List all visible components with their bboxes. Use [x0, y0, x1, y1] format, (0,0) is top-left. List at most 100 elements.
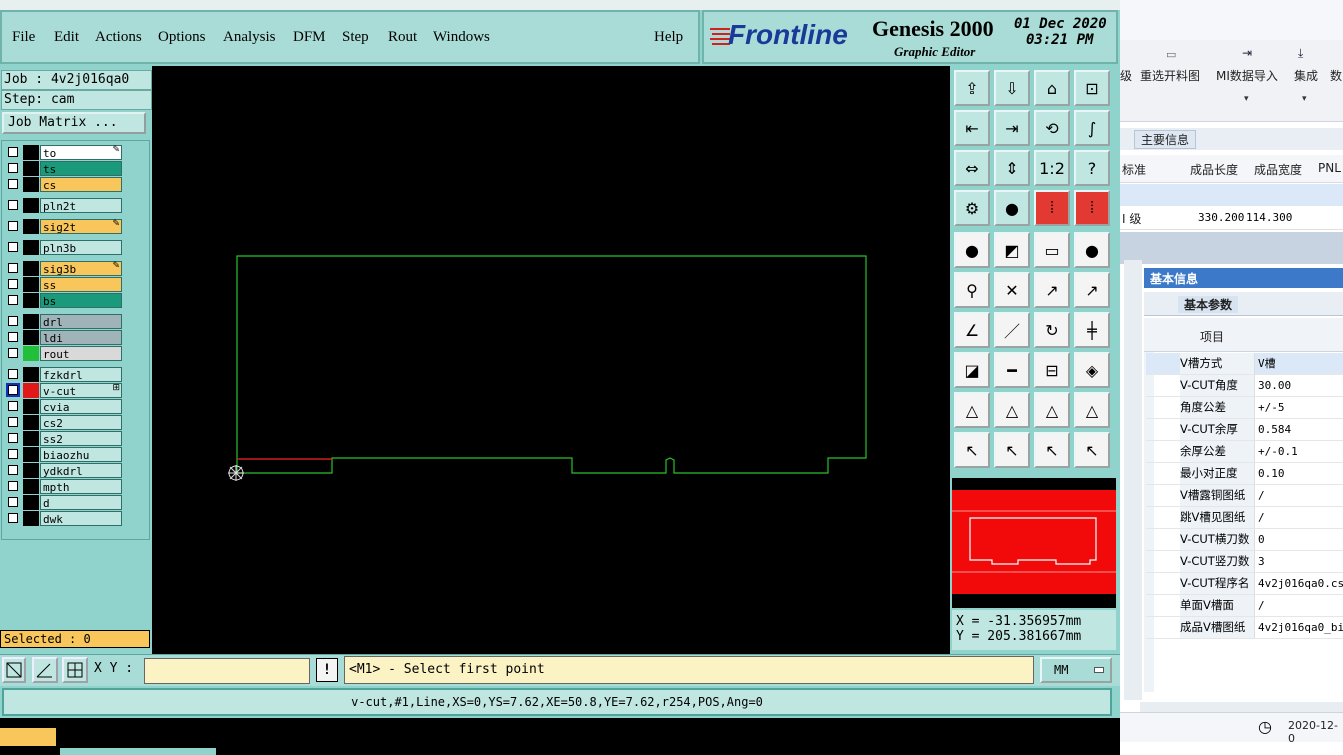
menu-windows[interactable]: Windows: [433, 29, 490, 46]
layer-name[interactable]: mpth: [40, 479, 122, 494]
menu-analysis[interactable]: Analysis: [223, 29, 276, 46]
tab-main-info[interactable]: 主要信息: [1134, 130, 1197, 149]
layer-color-swatch[interactable]: [23, 383, 39, 398]
layer-checkbox[interactable]: [8, 332, 18, 342]
tool-button-icon[interactable]: △: [1074, 392, 1110, 428]
layer-name[interactable]: rout: [40, 346, 122, 361]
tool-button-icon[interactable]: ⚙: [954, 190, 990, 226]
layer-checkbox[interactable]: [8, 513, 18, 523]
layer-checkbox[interactable]: [8, 200, 18, 210]
layer-checkbox[interactable]: [8, 348, 18, 358]
horizontal-scrollbar[interactable]: [1140, 702, 1343, 712]
layer-name[interactable]: fzkdrl: [40, 367, 122, 382]
layer-checkbox[interactable]: [8, 465, 18, 475]
menu-rout[interactable]: Rout: [388, 29, 417, 46]
param-row[interactable]: V槽露铜图纸 /: [1146, 485, 1343, 507]
layer-checkbox[interactable]: [8, 433, 18, 443]
tool-button-icon[interactable]: △: [954, 392, 990, 428]
param-row[interactable]: 角度公差 +/-5: [1146, 397, 1343, 419]
layer-name[interactable]: dwk: [40, 511, 122, 526]
layer-color-swatch[interactable]: [23, 399, 39, 414]
alert-button[interactable]: !: [316, 658, 338, 682]
param-value[interactable]: /: [1256, 485, 1343, 506]
tool-button-icon[interactable]: ∫: [1074, 110, 1110, 146]
layer-color-swatch[interactable]: [23, 314, 39, 329]
tool-button-icon[interactable]: 1:2: [1034, 150, 1070, 186]
layer-row[interactable]: ss2: [6, 431, 122, 446]
tool-button-icon[interactable]: ⦙: [1034, 190, 1070, 226]
layer-name[interactable]: ss: [40, 277, 122, 292]
param-value[interactable]: 4v2j016qa0.csv: [1256, 573, 1343, 594]
layer-row[interactable]: ts: [6, 161, 122, 176]
layer-color-swatch[interactable]: [23, 431, 39, 446]
param-value[interactable]: 30.00: [1256, 375, 1343, 396]
layer-checkbox[interactable]: [8, 179, 18, 189]
layer-name[interactable]: to: [40, 145, 122, 160]
snap-grid-icon[interactable]: [62, 657, 88, 683]
tool-button-icon[interactable]: ⇕: [994, 150, 1030, 186]
layer-color-swatch[interactable]: [23, 511, 39, 526]
layer-checkbox[interactable]: [8, 147, 18, 157]
param-value[interactable]: V槽: [1256, 353, 1343, 374]
layer-name[interactable]: drl: [40, 314, 122, 329]
param-row[interactable]: 单面V槽面 /: [1146, 595, 1343, 617]
tool-button-icon[interactable]: ⦙: [1074, 190, 1110, 226]
layer-row[interactable]: ss: [6, 277, 122, 292]
param-row[interactable]: V-CUT横刀数 0: [1146, 529, 1343, 551]
layer-name[interactable]: biaozhu: [40, 447, 122, 462]
layer-row[interactable]: cs: [6, 177, 122, 192]
overview-map[interactable]: [952, 478, 1116, 608]
layer-row[interactable]: drl: [6, 314, 122, 329]
tool-button-icon[interactable]: ?: [1074, 150, 1110, 186]
layer-checkbox[interactable]: [8, 295, 18, 305]
tool-button-icon[interactable]: ⊡: [1074, 70, 1110, 106]
param-row[interactable]: 跳V槽见图纸 /: [1146, 507, 1343, 529]
measure-angle-icon[interactable]: [32, 657, 58, 683]
layer-name[interactable]: sig3b: [40, 261, 122, 276]
units-select[interactable]: MM: [1040, 657, 1112, 683]
layer-color-swatch[interactable]: [23, 145, 39, 160]
mi-import-button[interactable]: MI数据导入: [1216, 67, 1278, 84]
param-value[interactable]: +/-5: [1256, 397, 1343, 418]
tool-button-icon[interactable]: ●: [1074, 232, 1110, 268]
tool-button-icon[interactable]: ◪: [954, 352, 990, 388]
tool-button-icon[interactable]: ◈: [1074, 352, 1110, 388]
tool-button-icon[interactable]: ⚲: [954, 272, 990, 308]
layer-row[interactable]: sig2t ✎: [6, 219, 122, 234]
tool-button-icon[interactable]: ●: [994, 190, 1030, 226]
job-matrix-button[interactable]: Job Matrix ...: [2, 112, 146, 134]
layer-checkbox[interactable]: [6, 383, 20, 397]
tool-button-icon[interactable]: ⇤: [954, 110, 990, 146]
tool-button-icon[interactable]: ⇪: [954, 70, 990, 106]
layer-checkbox[interactable]: [8, 481, 18, 491]
tool-button-icon[interactable]: ●: [954, 232, 990, 268]
layer-name[interactable]: ldi: [40, 330, 122, 345]
layer-name[interactable]: pln2t: [40, 198, 122, 213]
layer-row[interactable]: biaozhu: [6, 447, 122, 462]
layer-checkbox[interactable]: [8, 221, 18, 231]
layer-row[interactable]: ldi: [6, 330, 122, 345]
layer-row[interactable]: sig3b ✎: [6, 261, 122, 276]
param-value[interactable]: /: [1256, 507, 1343, 528]
param-row[interactable]: 最小对正度 0.10: [1146, 463, 1343, 485]
menu-dfm[interactable]: DFM: [293, 29, 326, 46]
layer-row[interactable]: dwk: [6, 511, 122, 526]
layer-row[interactable]: cvia: [6, 399, 122, 414]
tool-button-icon[interactable]: ▭: [1034, 232, 1070, 268]
param-value[interactable]: +/-0.1: [1256, 441, 1343, 462]
tool-button-icon[interactable]: ↖: [1074, 432, 1110, 468]
layer-color-swatch[interactable]: [23, 293, 39, 308]
menu-help[interactable]: Help: [654, 29, 683, 46]
param-row[interactable]: V-CUT程序名 4v2j016qa0.csv: [1146, 573, 1343, 595]
layer-color-swatch[interactable]: [23, 277, 39, 292]
tool-button-icon[interactable]: △: [1034, 392, 1070, 428]
layer-row[interactable]: cs2: [6, 415, 122, 430]
tool-button-icon[interactable]: ↻: [1034, 312, 1070, 348]
layer-name[interactable]: d: [40, 495, 122, 510]
layer-row[interactable]: d: [6, 495, 122, 510]
xy-input[interactable]: [144, 658, 310, 684]
layer-checkbox[interactable]: [8, 417, 18, 427]
menu-edit[interactable]: Edit: [54, 29, 79, 46]
param-value[interactable]: 4v2j016qa0_bia: [1256, 617, 1343, 638]
param-row[interactable]: V-CUT余厚 0.584: [1146, 419, 1343, 441]
